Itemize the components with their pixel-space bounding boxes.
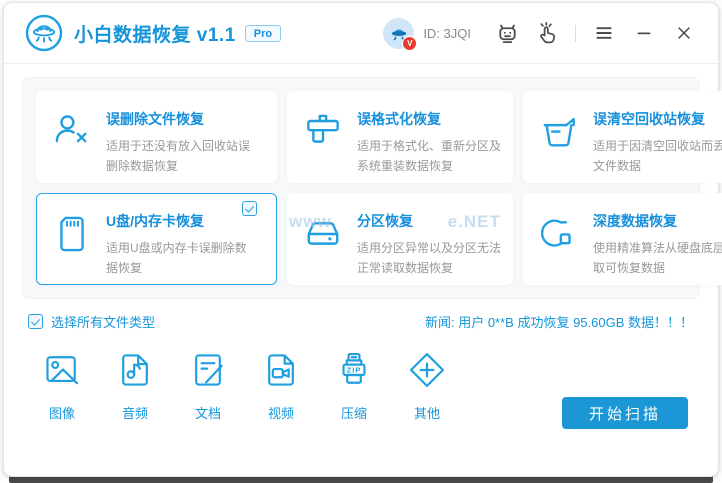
card-title: U盘/内存卡恢复 [106, 213, 204, 229]
file-type-label: 压缩 [340, 406, 367, 421]
file-type-label: 文档 [194, 406, 221, 421]
user-avatar[interactable]: V [383, 17, 418, 51]
robot-service-icon[interactable] [495, 21, 519, 45]
image-file-icon [46, 356, 79, 385]
file-type-document[interactable]: 文档 [178, 350, 238, 422]
file-type-archive[interactable]: ZIP 压缩 [324, 350, 384, 422]
document-file-icon [195, 354, 223, 386]
user-id: ID: 3JQI [423, 25, 471, 41]
select-all-checkbox[interactable] [28, 314, 43, 329]
title-bar: 小白数据恢复 v1.1 Pro V ID: 3JQI [4, 3, 718, 64]
file-type-label: 视频 [267, 406, 294, 421]
avatar-v-badge: V [402, 35, 418, 51]
start-scan-button[interactable]: 开始扫描 [562, 397, 688, 429]
card-partition-recovery[interactable]: 分区恢复 适用分区异常以及分区无法正常读取数据恢复 [287, 193, 513, 285]
close-icon[interactable] [672, 21, 696, 45]
file-type-audio[interactable]: 音频 [105, 350, 165, 422]
card-desc: 适用于格式化、重新分区及系统重装数据恢复 [357, 139, 502, 173]
pro-badge: Pro [244, 24, 282, 42]
file-type-label: 图像 [48, 406, 75, 421]
file-type-label: 其他 [413, 406, 440, 421]
video-file-icon [268, 354, 294, 386]
card-desc: 适用于因清空回收站而丢失文件数据 [593, 139, 722, 173]
minimize-icon[interactable] [632, 21, 656, 45]
app-logo-icon [24, 13, 64, 53]
card-undelete-files[interactable]: 误删除文件恢复 适用于还没有放入回收站误删除数据恢复 [36, 91, 277, 183]
menu-icon[interactable] [592, 21, 616, 45]
other-file-icon [410, 353, 444, 387]
card-desc: 适用U盘或内存卡误删除数据恢复 [106, 241, 247, 275]
select-all-row: 选择所有文件类型 新闻: 用户 0**B 成功恢复 95.60GB 数据！！！ [28, 312, 693, 331]
news-ticker: 新闻: 用户 0**B 成功恢复 95.60GB 数据！！！ [424, 315, 693, 330]
card-desc: 使用精准算法从硬盘底层获取可恢复数据 [593, 241, 722, 275]
card-title: 深度数据恢复 [593, 213, 677, 229]
file-type-label: 音频 [121, 406, 148, 421]
card-desc: 适用分区异常以及分区无法正常读取数据恢复 [357, 241, 502, 275]
zip-file-icon: ZIP [342, 353, 366, 384]
sd-card-icon [60, 216, 84, 252]
card-title: 分区恢复 [357, 213, 413, 229]
card-title: 误清空回收站恢复 [593, 111, 705, 127]
select-all-label: 选择所有文件类型 [51, 315, 156, 330]
card-checkbox[interactable] [242, 201, 257, 216]
user-delete-icon [55, 115, 87, 143]
format-icon [307, 114, 339, 143]
card-title: 误格式化恢复 [357, 111, 441, 127]
card-desc: 适用于还没有放入回收站误删除数据恢复 [106, 139, 251, 173]
card-title: 误删除文件恢复 [106, 111, 204, 127]
zip-icon-text: ZIP [347, 365, 362, 374]
card-unformat[interactable]: 误格式化恢复 适用于格式化、重新分区及系统重装数据恢复 [287, 91, 513, 183]
card-usb-memory-card[interactable]: U盘/内存卡恢复 适用U盘或内存卡误删除数据恢复 [36, 193, 277, 285]
app-window: 小白数据恢复 v1.1 Pro V ID: 3JQI 误删除文件恢复 适用于还没… [3, 2, 722, 477]
file-type-other[interactable]: 其他 [397, 350, 457, 422]
hand-click-icon[interactable] [535, 21, 559, 45]
card-deep-recovery[interactable]: 深度数据恢复 使用精准算法从硬盘底层获取可恢复数据 [523, 193, 722, 285]
header-divider [575, 24, 576, 42]
file-type-video[interactable]: 视频 [251, 350, 311, 422]
recycle-bin-icon [543, 117, 575, 147]
deep-scan-icon [540, 219, 571, 247]
file-type-image[interactable]: 图像 [32, 350, 92, 422]
hard-drive-icon [307, 222, 339, 245]
audio-file-icon [122, 354, 148, 386]
card-recycle-bin[interactable]: 误清空回收站恢复 适用于因清空回收站而丢失文件数据 [523, 91, 722, 183]
app-title: 小白数据恢复 v1.1 [74, 24, 236, 46]
recovery-modes-panel: 误删除文件恢复 适用于还没有放入回收站误删除数据恢复 误格式化恢复 适用于格式化… [22, 77, 722, 299]
